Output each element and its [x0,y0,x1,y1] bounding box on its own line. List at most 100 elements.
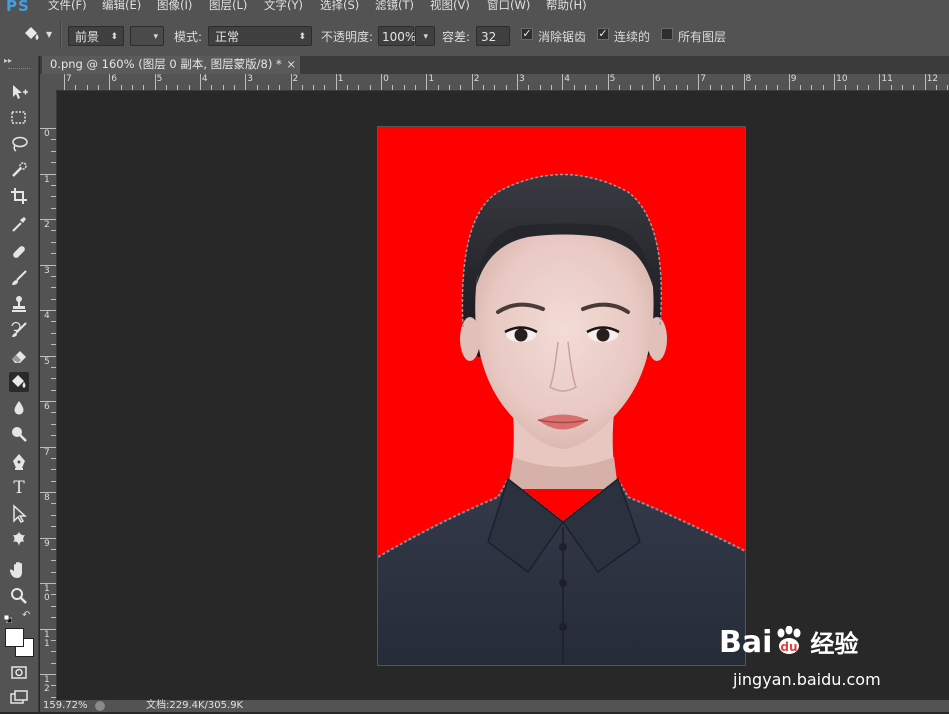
menu-edit[interactable]: 编辑(E) [102,0,141,13]
menu-window[interactable]: 窗口(W) [487,0,530,13]
menu-select[interactable]: 选择(S) [320,0,359,13]
opacity-label: 不透明度: [321,30,374,44]
fill-source-select[interactable]: 前景 ⬍ [68,26,124,46]
ruler-v-label: 7 [44,447,50,458]
ruler-h-label: 9 [790,74,797,84]
history-brush-icon[interactable] [9,320,29,340]
ruler-h-label: 5 [156,74,163,84]
vertical-ruler[interactable]: 0 1 2 3 4 5 6 7 8 9 1 0 1 1 1 2 [40,90,57,700]
marquee-icon[interactable] [9,108,29,128]
ruler-v-label: 2 [44,220,50,230]
updown-icon: ⬍ [110,32,118,42]
ruler-v-label: 1 2 [44,675,50,694]
contiguous-checkbox[interactable]: ✓ [597,28,609,40]
quick-mask-icon[interactable] [9,662,29,682]
zoom-icon[interactable] [9,586,29,606]
ruler-h-label: 8 [745,74,752,84]
ruler-v-label: 0 [44,129,50,139]
ruler-h-label: 11 [881,74,893,84]
opacity-input[interactable]: 100% [378,26,416,46]
portrait-image [378,127,745,665]
clone-stamp-icon[interactable] [9,294,29,314]
ruler-v-label: 1 0 [44,584,50,603]
svg-text:du: du [781,640,798,654]
tolerance-input[interactable]: 32 [476,26,510,46]
eraser-icon[interactable] [9,346,29,366]
close-icon[interactable]: × [286,56,296,73]
menu-view[interactable]: 视图(V) [430,0,470,13]
document-canvas-photo[interactable] [377,126,746,666]
ruler-v-label: 1 1 [44,629,50,649]
ruler-h-label: 6 [111,74,118,84]
healing-brush-icon[interactable] [9,242,29,262]
tool-preset-arrow-icon[interactable]: ▼ [46,30,52,39]
type-icon[interactable]: T [9,478,29,498]
shape-icon[interactable] [9,530,29,550]
ruler-h-label: 5 [609,74,616,84]
lasso-icon[interactable] [9,134,29,154]
ruler-v-label: 9 [44,538,50,549]
quick-select-icon[interactable] [9,160,29,180]
collapse-panel-icon[interactable]: ▸▸ [4,56,12,65]
all-layers-checkbox[interactable] [661,28,673,40]
paint-bucket-icon[interactable] [20,24,42,46]
ruler-h-label: 2 [473,74,480,84]
ruler-h-label: 1 [428,74,435,84]
ruler-v-label: 5 [44,356,50,367]
foreground-color-swatch[interactable] [5,628,24,647]
menu-image[interactable]: 图像(I) [157,0,192,13]
crop-icon[interactable] [9,186,29,206]
pen-icon[interactable] [9,452,29,472]
swap-colors-icon[interactable]: ↶ [22,610,30,621]
updown-icon: ⬍ [298,32,306,42]
antialias-label: 消除锯齿 [538,30,587,44]
ruler-h-label: 1 [337,74,344,84]
menu-file[interactable]: 文件(F) [48,0,87,13]
ruler-h-label: 4 [201,74,208,84]
blur-icon[interactable] [9,398,29,418]
ruler-h-label: 3 [519,74,525,84]
horizontal-ruler[interactable]: 7 6 5 4 3 2 1 0 1 2 3 4 5 6 7 8 9 10 11 12 [58,74,949,91]
mode-label: 模式: [174,30,203,44]
mode-select[interactable]: 正常 ⬍ [208,26,312,46]
path-select-icon[interactable] [9,504,29,524]
menu-type[interactable]: 文字(Y) [264,0,303,13]
antialias-checkbox[interactable]: ✓ [521,28,533,40]
watermark-url: jingyan.baidu.com [733,670,881,689]
default-colors-icon[interactable] [3,612,13,624]
ruler-h-label: 10 [836,74,848,84]
menu-help[interactable]: 帮助(H) [546,0,587,13]
menu-layer[interactable]: 图层(L) [209,0,247,13]
ruler-h-label: 6 [654,74,661,84]
ruler-v-label: 1 [44,174,50,185]
brush-icon[interactable] [9,268,29,288]
screen-mode-icon[interactable] [9,688,29,708]
watermark-brand: Bai [719,625,773,660]
move-icon[interactable] [9,82,29,102]
opacity-dropdown[interactable]: ▾ [415,26,435,46]
options-bar: ▼ 前景 ⬍ ▾ 模式: 正常 ⬍ 不透明度: 100% ▾ 容差: 32 ✓ 消除… [0,14,949,57]
ruler-h-label: 4 [564,74,571,84]
menu-filter[interactable]: 滤镜(T) [375,0,414,13]
ruler-v-label: 3 [44,265,50,276]
ruler-h-label: 7 [700,74,706,84]
menu-bar: PS 文件(F) 编辑(E) 图像(I) 图层(L) 文字(Y) 选择(S) 滤… [0,0,949,14]
watermark-cn: 经验 [810,630,859,658]
ruler-v-label: 4 [44,311,50,321]
zoom-level[interactable]: 159.72% [43,700,88,712]
paint-bucket-tool-icon[interactable] [9,372,29,392]
tools-panel: ▸▸ T ↶ [0,56,39,712]
status-menu-icon[interactable] [95,701,105,711]
hand-icon[interactable] [9,560,29,580]
document-tab-strip: 0.png @ 160% (图层 0 副本, 图层蒙版/8) * × [40,56,949,74]
ruler-h-label: 3 [247,74,253,84]
ruler-corner[interactable] [40,74,58,90]
paw-icon: du [772,625,806,656]
all-layers-label: 所有图层 [678,30,727,44]
tolerance-label: 容差: [442,30,471,44]
eyedropper-icon[interactable] [9,214,29,234]
document-tab[interactable]: 0.png @ 160% (图层 0 副本, 图层蒙版/8) * × [42,56,300,74]
pattern-picker[interactable]: ▾ [130,26,164,46]
ruler-v-label: 8 [44,493,50,503]
dodge-icon[interactable] [9,424,29,444]
